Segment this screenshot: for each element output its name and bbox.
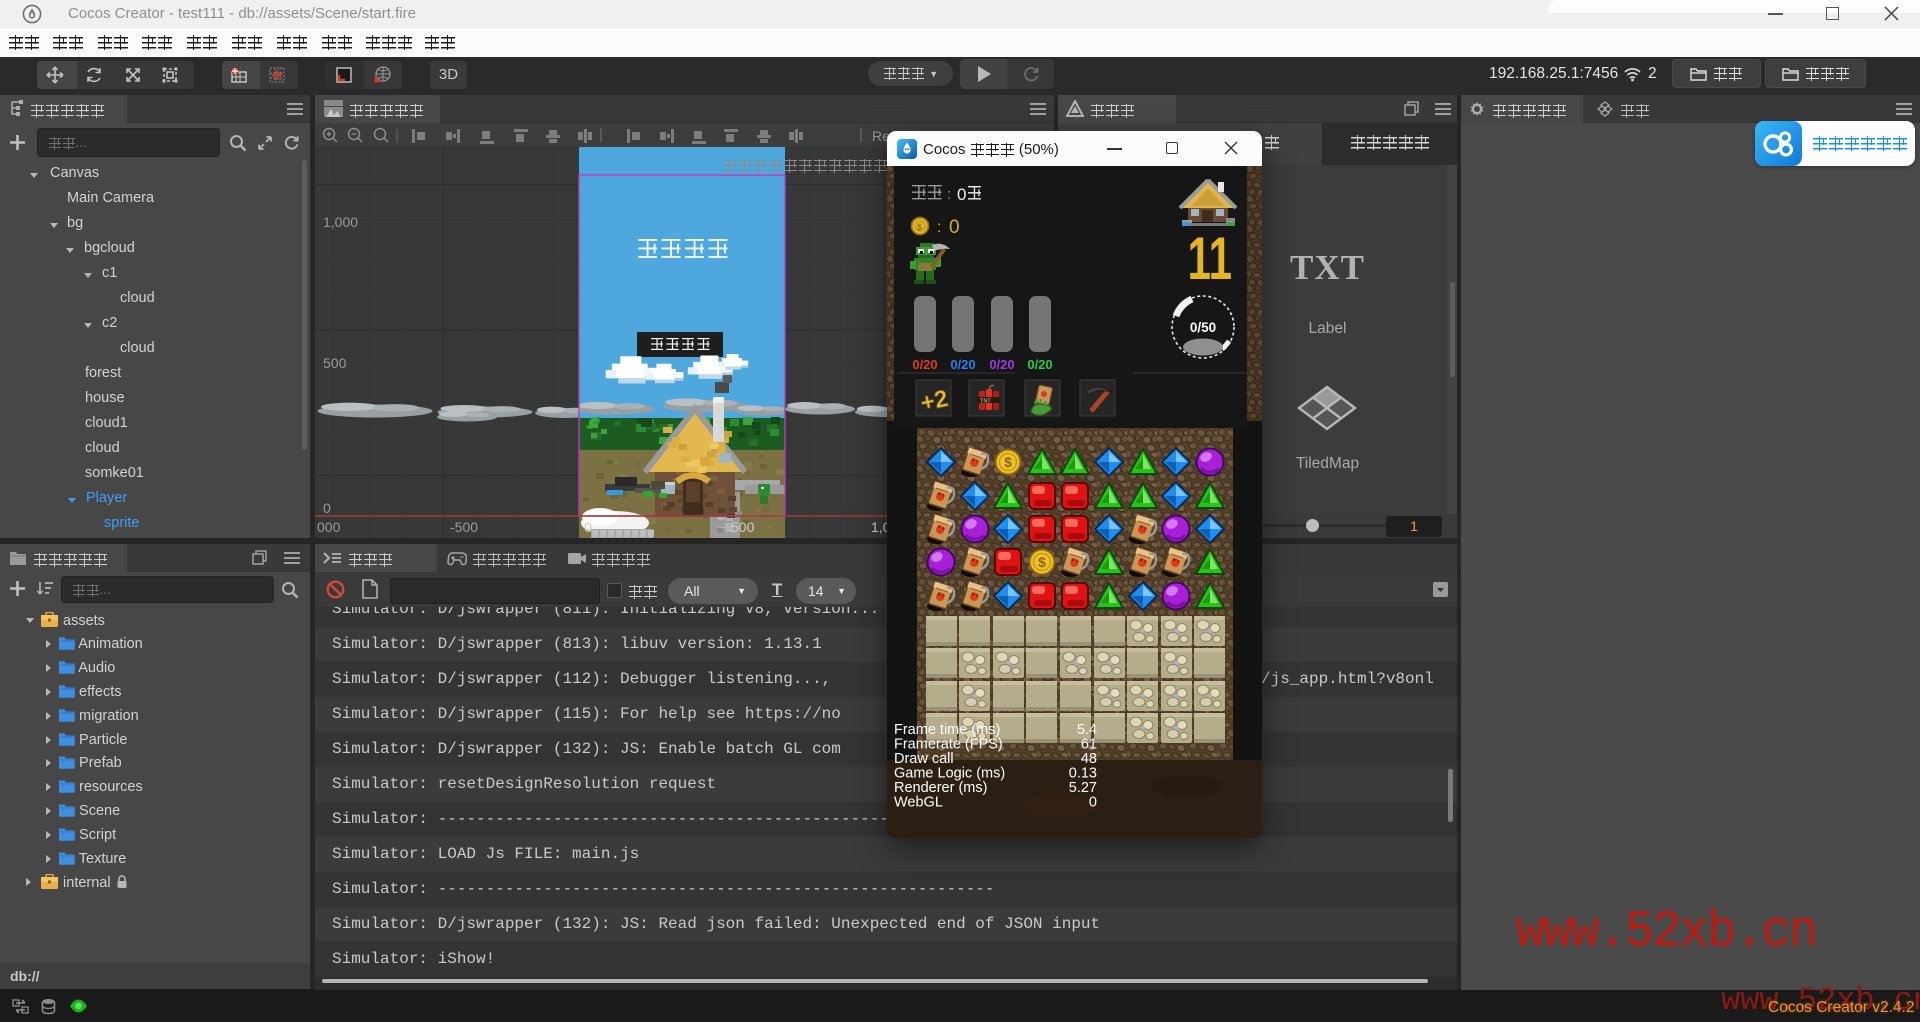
svg-text:0/20: 0/20	[1027, 357, 1052, 372]
svg-text:+2: +2	[918, 385, 950, 417]
svg-text::: :	[937, 219, 941, 236]
svg-text::: :	[947, 186, 951, 203]
svg-text:0: 0	[957, 185, 966, 204]
svg-text:0/20: 0/20	[989, 357, 1014, 372]
svg-text:0/20: 0/20	[912, 357, 937, 372]
svg-text:TNT: TNT	[980, 399, 991, 405]
svg-text:0/50: 0/50	[1190, 320, 1216, 335]
svg-text:0/20: 0/20	[950, 357, 975, 372]
svg-text:0: 0	[949, 217, 960, 238]
svg-text:WebGL: WebGL	[894, 795, 943, 811]
svg-text:0: 0	[1089, 795, 1097, 811]
svg-text:11: 11	[1188, 225, 1232, 292]
svg-text:$: $	[917, 222, 922, 232]
